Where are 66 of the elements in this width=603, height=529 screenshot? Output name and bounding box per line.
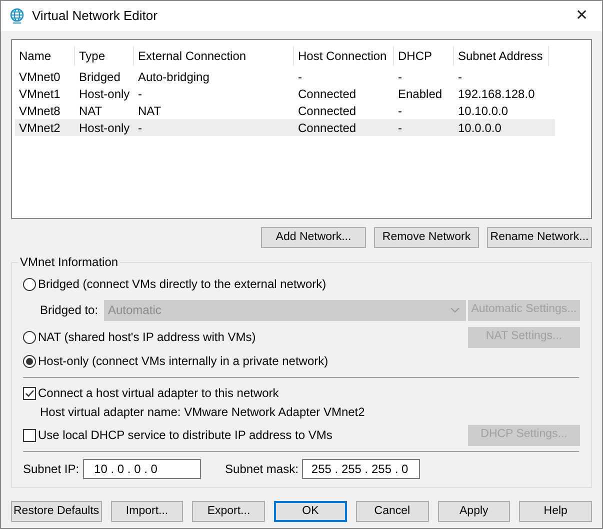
column-header[interactable]: Name (15, 46, 75, 66)
table-cell-text: NAT (78, 102, 104, 120)
table-cell-text: Host-only (78, 120, 131, 136)
table-cell-text: NAT (137, 102, 162, 120)
table-cell-text: VMnet0 (18, 68, 62, 86)
table-cell-text: - (397, 120, 403, 136)
field-label: Subnet mask: (225, 461, 298, 478)
table-cell-text: VMnet2 (18, 120, 62, 136)
checkbox-label[interactable]: Use local DHCP service to distribute IP address to VMs (38, 426, 332, 444)
table-row[interactable]: VMnet2 Host-only - Connected - 10.0.0.0 (15, 119, 555, 136)
table-cell-text: Auto-bridging (137, 68, 210, 86)
table-cell-text: Connected (297, 120, 358, 136)
checkbox[interactable] (23, 386, 36, 400)
table-cell-text: - (397, 102, 403, 120)
radio-button[interactable] (23, 354, 36, 368)
table-cell-text: - (297, 68, 303, 86)
dialog-button[interactable]: Export... (192, 501, 266, 522)
checkbox[interactable] (23, 428, 36, 442)
close-button[interactable]: ✕ (562, 1, 602, 31)
radio-button[interactable] (23, 278, 36, 290)
table-cell-text: Host-only (78, 86, 131, 102)
table-row[interactable]: VMnet1 Host-only - Connected Enabled 192.168.128.0 (15, 85, 555, 102)
table-cell-text: Enabled (397, 86, 444, 102)
window-title: Virtual Network Editor (32, 7, 158, 26)
table-cell-text: Connected (297, 102, 358, 120)
column-header[interactable]: External Connection (134, 46, 294, 66)
radio-label[interactable]: Host-only (connect VMs internally in a private network) (38, 352, 328, 370)
table-cell-text: - (137, 120, 143, 136)
table-cell-text: - (457, 68, 463, 86)
dialog-button[interactable]: Help (519, 501, 592, 522)
column-header[interactable]: Type (75, 46, 134, 66)
table-cell-text: Connected (297, 86, 358, 102)
subnet-ip-field[interactable]: 10 . 0 . 0 . 0 (83, 459, 202, 479)
checkbox-label[interactable]: Connect a host virtual adapter to this network (38, 384, 279, 402)
dialog-button[interactable]: Import... (110, 501, 184, 522)
dialog-button[interactable]: OK (274, 501, 347, 522)
network-button[interactable]: Rename Network... (487, 227, 592, 248)
dropdown-value: Automatic (108, 302, 162, 319)
network-button[interactable]: Remove Network (374, 227, 479, 248)
radio-label[interactable]: NAT (shared host's IP address with VMs) (38, 328, 256, 346)
adapter-name-text: Host virtual adapter name: VMware Network Adapter VMnet2 (39, 404, 366, 421)
table-cell-text: VMnet1 (18, 86, 62, 102)
field-label: Bridged to: (40, 302, 100, 319)
field-label: Subnet IP: (23, 461, 80, 478)
column-header[interactable]: Host Connection (294, 46, 394, 66)
dialog-button[interactable]: Restore Defaults (11, 501, 102, 522)
radio-button[interactable] (23, 330, 36, 344)
dialog-button[interactable]: Cancel (356, 501, 429, 522)
table-cell-text: 10.10.0.0 (457, 102, 510, 120)
column-header[interactable]: Subnet Address (454, 46, 549, 66)
table-cell-text: Bridged (78, 68, 122, 86)
group-title: VMnet Information (18, 255, 120, 269)
network-button[interactable]: Add Network... (261, 227, 366, 248)
dialog-button[interactable]: Apply (438, 501, 510, 522)
table-row[interactable]: VMnet8 NAT NAT Connected - 10.10.0.0 (15, 102, 555, 119)
radio-label[interactable]: Bridged (connect VMs directly to the external network) (38, 275, 326, 293)
table-cell-text: - (397, 68, 403, 86)
table-cell-text: 10.0.0.0 (457, 120, 502, 136)
column-header[interactable]: DHCP (394, 46, 454, 66)
table-cell-text: VMnet8 (18, 102, 62, 120)
globe-icon (9, 8, 25, 24)
table-cell-text: 192.168.128.0 (457, 86, 536, 102)
table-cell-text: - (137, 86, 143, 102)
chevron-down-icon (450, 307, 460, 313)
table-row[interactable]: VMnet0 Bridged Auto-bridging - - - (15, 68, 555, 85)
subnet-mask-field[interactable]: 255 . 255 . 255 . 0 (302, 459, 420, 479)
